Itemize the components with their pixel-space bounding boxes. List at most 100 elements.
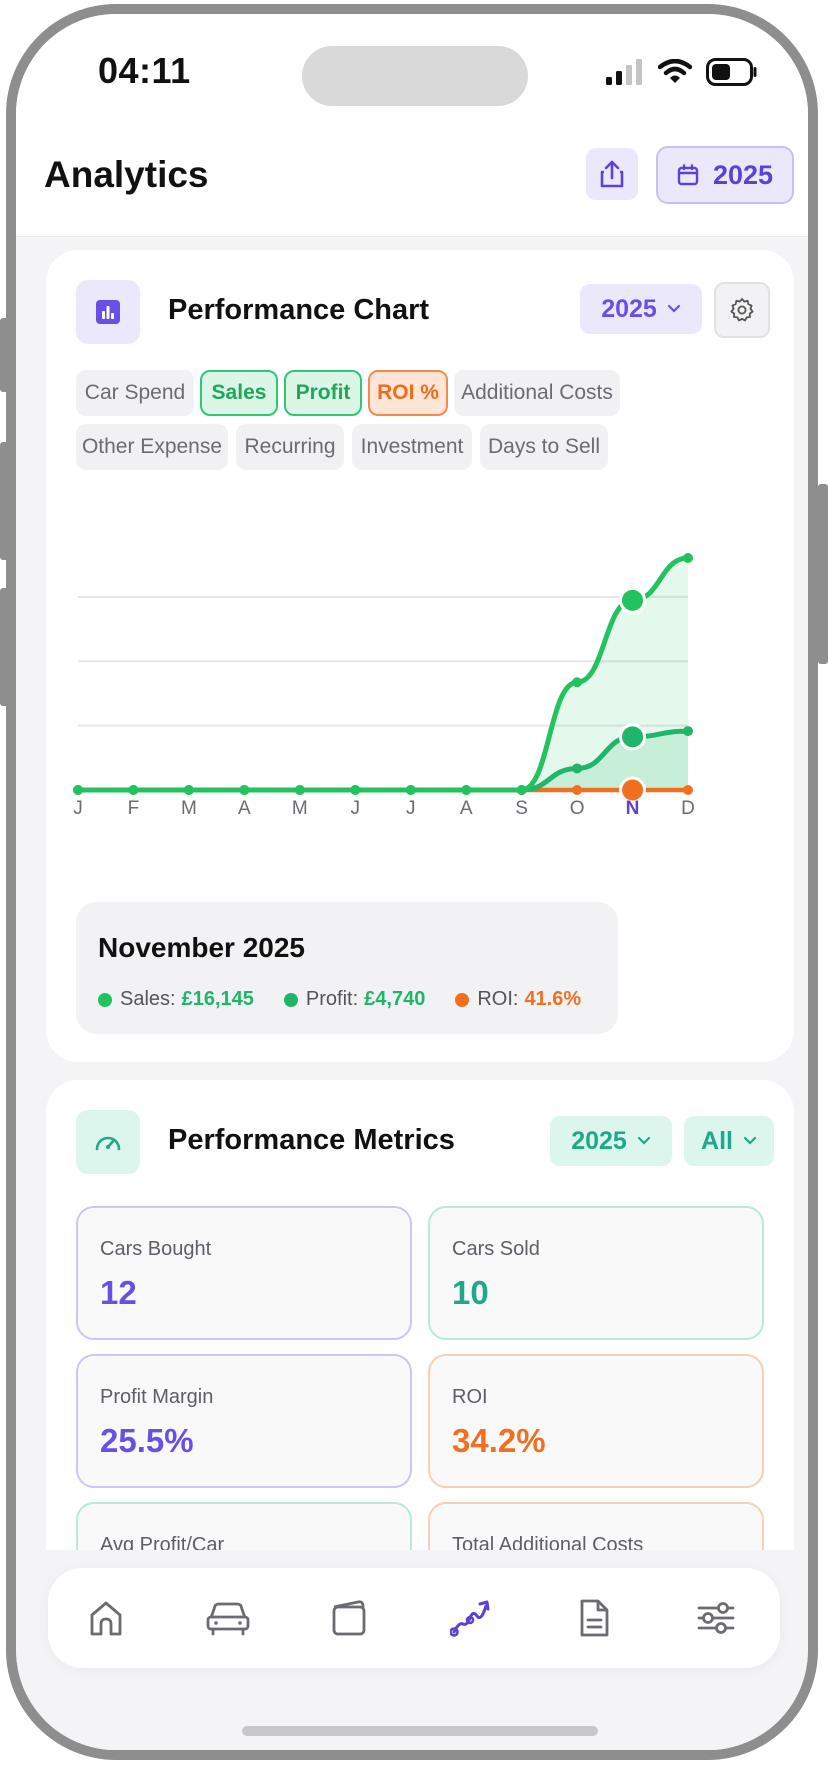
document-icon	[580, 1599, 609, 1637]
chip-other-expense[interactable]: Other Expense	[76, 424, 228, 470]
bar-chart-icon	[76, 280, 140, 344]
x-tick-label: N	[626, 798, 640, 819]
tooltip-roi-value: 41.6%	[524, 988, 582, 1010]
chip-additional-costs[interactable]: Additional Costs	[454, 370, 620, 416]
chart-year-dropdown[interactable]: 2025	[580, 284, 702, 334]
analytics-icon	[450, 1600, 490, 1637]
metric-roi[interactable]: ROI 34.2%	[428, 1354, 764, 1488]
tooltip-sales-value: £16,145	[181, 988, 254, 1010]
x-tick-label: F	[128, 798, 140, 819]
chip-label: Car Spend	[84, 381, 186, 404]
data-point-roi	[572, 785, 583, 795]
year-label: 2025	[712, 159, 774, 190]
tooltip-roi: ROI: 41.6%	[455, 988, 581, 1011]
metric-label: Cars Bought	[100, 1238, 212, 1260]
battery-icon	[706, 58, 757, 86]
page-title: Analytics	[44, 154, 209, 195]
chip-car-spend[interactable]: Car Spend	[76, 370, 194, 416]
chip-label: Additional Costs	[461, 381, 613, 404]
data-point-sales	[516, 785, 527, 795]
metrics-year-dropdown[interactable]: 2025	[550, 1116, 672, 1166]
roi-legend-dot	[455, 992, 470, 1007]
profit-legend-dot	[283, 992, 298, 1007]
nav-settings[interactable]	[692, 1594, 740, 1642]
calendar-icon	[677, 164, 699, 186]
metric-value: 10	[452, 1274, 489, 1311]
data-point-sales	[128, 785, 139, 795]
nav-cars[interactable]	[204, 1594, 252, 1642]
app-header: Analytics 2025	[16, 134, 808, 237]
gear-icon	[730, 298, 754, 322]
tooltip-roi-label: ROI:	[477, 988, 519, 1010]
tooltip-profit-value: £4,740	[364, 988, 426, 1010]
metric-profit-margin[interactable]: Profit Margin 25.5%	[76, 1354, 412, 1488]
chip-investment[interactable]: Investment	[352, 424, 472, 470]
status-icons	[606, 58, 758, 86]
share-icon	[600, 160, 624, 188]
metrics-filter-value: All	[701, 1126, 733, 1155]
speedometer-icon	[76, 1110, 140, 1174]
chip-roi[interactable]: ROI %	[368, 370, 448, 416]
x-tick-label: M	[292, 798, 308, 819]
chip-profit[interactable]: Profit	[284, 370, 362, 416]
x-tick-label: J	[73, 798, 83, 819]
metric-label: ROI	[452, 1386, 488, 1408]
settings-sliders-icon	[697, 1602, 735, 1634]
data-point-sales	[239, 785, 250, 795]
metric-value: 25.5%	[100, 1422, 194, 1459]
x-tick-label: S	[515, 798, 528, 819]
tooltip-profit-label: Profit:	[305, 988, 359, 1010]
chip-label: Other Expense	[81, 435, 223, 458]
metrics-filter-dropdown[interactable]: All	[684, 1116, 774, 1166]
status-bar: 04:11	[16, 14, 808, 134]
metrics-year-value: 2025	[571, 1126, 627, 1155]
metric-label: Profit Margin	[100, 1386, 214, 1408]
chip-recurring[interactable]: Recurring	[236, 424, 344, 470]
chart-tooltip: November 2025 Sales: £16,145 Profit: £4,…	[76, 902, 618, 1034]
data-point-sales	[405, 785, 416, 795]
x-tick-label: O	[570, 798, 585, 819]
data-point-profit	[572, 763, 583, 774]
metric-value: 34.2%	[452, 1422, 546, 1459]
status-time: 04:11	[98, 50, 191, 91]
data-point-sales	[619, 586, 647, 614]
car-icon	[206, 1602, 250, 1636]
chip-label: Recurring	[244, 435, 336, 458]
chart-settings-button[interactable]	[714, 282, 770, 338]
performance-chart-card: Performance Chart 2025 Car Spend Sales P…	[46, 250, 794, 1062]
nav-home[interactable]	[82, 1594, 130, 1642]
nav-documents[interactable]	[570, 1594, 618, 1642]
tooltip-sales: Sales: £16,145	[98, 988, 254, 1011]
chip-label: Days to Sell	[487, 435, 601, 458]
share-button[interactable]	[586, 148, 638, 200]
chip-sales[interactable]: Sales	[200, 370, 278, 416]
screen: 04:11 Analytics 2025 Performance Chart 2…	[16, 14, 808, 1750]
x-tick-label: J	[351, 798, 361, 819]
data-point-profit	[683, 726, 693, 737]
chevron-down-icon	[667, 304, 680, 313]
chip-label: ROI %	[377, 381, 439, 404]
metric-cars-sold[interactable]: Cars Sold 10	[428, 1206, 764, 1340]
data-point-sales	[350, 785, 361, 795]
performance-metrics-title: Performance Metrics	[168, 1124, 455, 1156]
nav-wallet[interactable]	[326, 1594, 374, 1642]
tooltip-sales-label: Sales:	[120, 988, 176, 1010]
chip-days-to-sell[interactable]: Days to Sell	[480, 424, 608, 470]
x-tick-label: J	[406, 798, 416, 819]
x-tick-label: M	[181, 798, 197, 819]
home-indicator	[242, 1726, 598, 1736]
nav-analytics[interactable]	[448, 1594, 496, 1642]
x-tick-label: A	[238, 798, 251, 819]
cellular-signal-icon	[606, 59, 642, 85]
sales-legend-dot	[98, 992, 112, 1007]
wallet-icon	[332, 1600, 366, 1636]
chevron-down-icon	[743, 1136, 757, 1145]
metric-label: Cars Sold	[452, 1238, 540, 1260]
year-picker-button[interactable]: 2025	[656, 146, 794, 204]
metric-cars-bought[interactable]: Cars Bought 12	[76, 1206, 412, 1340]
data-point-sales	[572, 677, 583, 688]
tooltip-values: Sales: £16,145 Profit: £4,740 ROI: 41.6%	[98, 988, 581, 1011]
data-point-sales	[461, 785, 472, 795]
chip-label: Sales	[211, 381, 267, 404]
performance-line-chart[interactable]: JFMAMJJASOND	[46, 530, 794, 870]
